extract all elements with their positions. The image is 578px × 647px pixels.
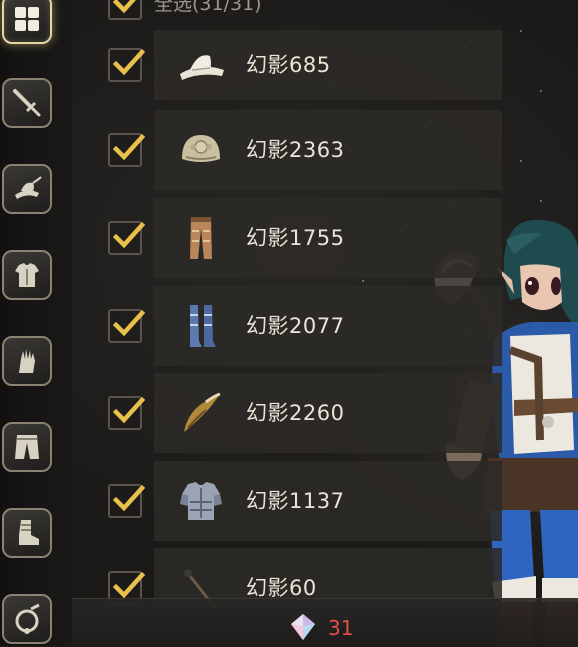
star bbox=[362, 280, 364, 282]
crystal-count: 31 bbox=[328, 616, 354, 640]
category-tab-sword[interactable] bbox=[2, 78, 52, 128]
star bbox=[520, 160, 522, 162]
checkmark-icon bbox=[112, 221, 146, 249]
checkmark-icon bbox=[112, 133, 146, 161]
category-tab-gauntlet[interactable] bbox=[2, 336, 52, 386]
body-armor-icon bbox=[11, 259, 43, 291]
item-checkbox[interactable] bbox=[108, 484, 146, 518]
hat-icon bbox=[11, 173, 43, 205]
horn-item-icon bbox=[176, 388, 226, 438]
item-checkbox[interactable] bbox=[108, 396, 146, 430]
star bbox=[540, 90, 542, 92]
star bbox=[540, 200, 542, 202]
crystal-icon bbox=[291, 614, 315, 640]
footer-bar bbox=[72, 598, 578, 647]
checkmark-icon bbox=[112, 0, 137, 14]
select-all-label[interactable]: 全选(31/31) bbox=[154, 0, 262, 15]
grid-icon bbox=[11, 3, 43, 35]
item-name: 幻影1137 bbox=[246, 489, 345, 513]
hat-item-icon bbox=[176, 40, 226, 90]
category-tab-grid[interactable] bbox=[2, 0, 52, 44]
trousers-item-icon bbox=[176, 213, 226, 263]
circlet-item-icon bbox=[176, 125, 226, 175]
category-tab-body-armor[interactable] bbox=[2, 250, 52, 300]
armor-item-icon bbox=[176, 476, 226, 526]
item-name: 幻影685 bbox=[246, 53, 331, 77]
checkmark-icon bbox=[112, 484, 146, 512]
checkmark-icon bbox=[112, 48, 146, 76]
star bbox=[520, 30, 522, 32]
item-name: 幻影1755 bbox=[246, 226, 345, 250]
category-rail bbox=[0, 0, 72, 646]
sword-icon bbox=[11, 87, 43, 119]
item-checkbox[interactable] bbox=[108, 221, 146, 255]
item-name: 幻影2077 bbox=[246, 314, 345, 338]
item-name: 幻影2260 bbox=[246, 401, 345, 425]
checkmark-icon bbox=[112, 396, 146, 424]
boot-icon bbox=[11, 517, 43, 549]
item-checkbox[interactable] bbox=[108, 48, 146, 82]
item-name: 幻影2363 bbox=[246, 138, 345, 162]
greaves-item-icon bbox=[176, 301, 226, 351]
gauntlet-icon bbox=[11, 345, 43, 377]
item-checkbox[interactable] bbox=[108, 309, 146, 343]
select-all-checkbox[interactable] bbox=[108, 0, 142, 20]
item-checkbox[interactable] bbox=[108, 133, 146, 167]
category-tab-necklace[interactable] bbox=[2, 594, 52, 644]
category-tab-pants[interactable] bbox=[2, 422, 52, 472]
category-tab-hat[interactable] bbox=[2, 164, 52, 214]
checkmark-icon bbox=[112, 309, 146, 337]
category-tab-boot[interactable] bbox=[2, 508, 52, 558]
necklace-icon bbox=[11, 603, 43, 635]
pants-icon bbox=[11, 431, 43, 463]
